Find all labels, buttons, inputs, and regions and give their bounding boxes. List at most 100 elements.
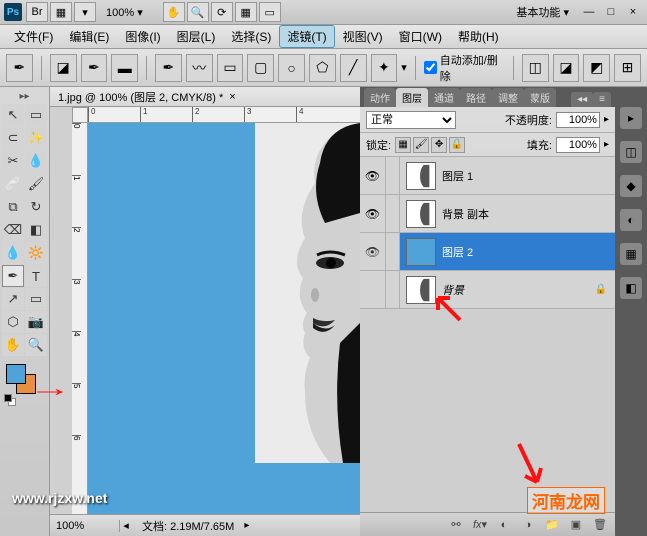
path-subtract-icon[interactable]: ◪ [553,54,580,82]
screen-mode-icon[interactable]: ▭ [259,2,281,22]
view-extras-button[interactable]: ▾ [74,2,96,22]
ruler-origin[interactable] [72,107,88,123]
maximize-button[interactable]: □ [601,4,621,20]
layer-thumbnail[interactable] [406,276,436,304]
hand-tool-icon[interactable]: ✋ [163,2,185,22]
mini-bridge-button[interactable]: ▦ [50,2,72,22]
bridge-button[interactable]: Br [26,2,48,22]
tab-channels[interactable]: 通道 [428,88,460,107]
pen-mode-fill[interactable]: ▬ [111,54,138,82]
hand-tool[interactable]: ✋ [2,334,24,356]
line-shape-icon[interactable]: ╱ [340,54,367,82]
opacity-input[interactable] [556,112,600,128]
link-layers-icon[interactable]: ⚯ [447,517,465,533]
shape-tool[interactable]: ▭ [25,288,47,310]
lock-pixels-icon[interactable]: 🖌 [413,137,429,153]
ellipse-shape-icon[interactable]: ○ [278,54,305,82]
zoom-tool[interactable]: 🔍 [25,334,47,356]
brush-tool[interactable]: 🖌 [25,173,47,195]
status-zoom[interactable]: 100% [50,520,120,532]
layer-thumbnail[interactable] [406,162,436,190]
foreground-color[interactable] [6,364,26,384]
visibility-toggle[interactable] [360,271,386,308]
visibility-toggle[interactable]: 👁 [360,157,386,194]
history-panel-icon[interactable]: ◫ [620,141,642,163]
rotate-view-icon[interactable]: ⟳ [211,2,233,22]
layer-name[interactable]: 图层 2 [442,244,615,260]
path-exclude-icon[interactable]: ⊞ [614,54,641,82]
minimize-button[interactable]: — [579,4,599,20]
dodge-tool[interactable]: 🔆 [25,242,47,264]
pen-tool[interactable]: ✒ [2,265,24,287]
path-intersect-icon[interactable]: ◩ [583,54,610,82]
menu-window[interactable]: 窗口(W) [391,25,450,48]
visibility-toggle[interactable]: 👁 [360,233,386,270]
layer-row[interactable]: 👁 图层 2 [360,233,615,271]
menu-view[interactable]: 视图(V) [335,25,391,48]
eraser-tool[interactable]: ⌫ [2,219,24,241]
layer-name[interactable]: 背景 [442,282,595,298]
color-swatches[interactable] [2,364,47,400]
swatches-panel-icon[interactable]: ◆ [620,175,642,197]
close-button[interactable]: × [623,4,643,20]
3d-camera-tool[interactable]: 📷 [25,311,47,333]
blend-mode-select[interactable]: 正常 [366,111,456,129]
lock-transparency-icon[interactable]: ▦ [395,137,411,153]
eyedropper-tool[interactable]: 💧 [25,150,47,172]
layer-row[interactable]: 👁 图层 1 [360,157,615,195]
pen-mode-paths[interactable]: ✒ [81,54,108,82]
custom-shape-icon[interactable]: ✦ [371,54,398,82]
adjustment-layer-icon[interactable]: ◑ [519,517,537,533]
blur-tool[interactable]: 💧 [2,242,24,264]
marquee-tool[interactable]: ▭ [25,104,47,126]
menu-layer[interactable]: 图层(L) [169,25,224,48]
tab-paths[interactable]: 路径 [460,88,492,107]
layer-group-icon[interactable]: 📁 [543,517,561,533]
move-tool[interactable]: ↖ [2,104,24,126]
current-tool-icon[interactable]: ✒ [6,54,33,82]
menu-help[interactable]: 帮助(H) [450,25,507,48]
lasso-tool[interactable]: ⊂ [2,127,24,149]
expand-panels-icon[interactable]: ▸ [620,107,642,129]
auto-add-delete-checkbox[interactable]: 自动添加/删除 [424,52,505,84]
new-layer-icon[interactable]: ▣ [567,517,585,533]
quick-select-tool[interactable]: ✨ [25,127,47,149]
rounded-rect-icon[interactable]: ▢ [247,54,274,82]
color-panel-icon[interactable]: ◐ [620,209,642,231]
menu-filter[interactable]: 滤镜(T) [279,25,334,48]
panel-prev-icon[interactable]: ◂◂ [571,92,593,107]
polygon-shape-icon[interactable]: ⬠ [309,54,336,82]
path-combine-icon[interactable]: ◫ [522,54,549,82]
vertical-scrollbar[interactable] [50,107,72,514]
menu-image[interactable]: 图像(I) [117,25,168,48]
default-colors-icon[interactable] [4,394,16,406]
delete-layer-icon[interactable]: 🗑 [591,517,609,533]
layer-mask-icon[interactable]: ◐ [495,517,513,533]
menu-edit[interactable]: 编辑(E) [61,25,117,48]
visibility-toggle[interactable]: 👁 [360,195,386,232]
lock-position-icon[interactable]: ✥ [431,137,447,153]
tab-adjustments[interactable]: 调整 [492,88,524,107]
3d-tool[interactable]: ⬡ [2,311,24,333]
close-tab-icon[interactable]: × [229,91,235,103]
fill-input[interactable] [556,137,600,153]
styles-panel-icon[interactable]: ▦ [620,243,642,265]
rect-shape-icon[interactable]: ▭ [217,54,244,82]
tab-actions[interactable]: 动作 [364,88,396,107]
lock-all-icon[interactable]: 🔒 [449,137,465,153]
layer-thumbnail[interactable] [406,200,436,228]
status-doc-info[interactable]: 文档: 2.19M/7.65M [132,518,244,534]
tab-layers[interactable]: 图层 [396,88,428,107]
history-brush-tool[interactable]: ↻ [25,196,47,218]
panel-menu-icon[interactable]: ≡ [593,92,611,107]
vertical-ruler[interactable]: 0123456 [72,123,88,514]
document-tab[interactable]: 1.jpg @ 100% (图层 2, CMYK/8) * × [50,87,360,107]
menu-select[interactable]: 选择(S) [223,25,279,48]
layer-name[interactable]: 背景 副本 [442,206,615,222]
layer-thumbnail[interactable] [406,238,436,266]
freeform-pen-icon[interactable]: 〰 [186,54,213,82]
gradient-tool[interactable]: ◧ [25,219,47,241]
pen-tool-icon[interactable]: ✒ [155,54,182,82]
zoom-level[interactable]: 100% ▾ [106,6,143,19]
adjustments-panel-icon[interactable]: ◧ [620,277,642,299]
